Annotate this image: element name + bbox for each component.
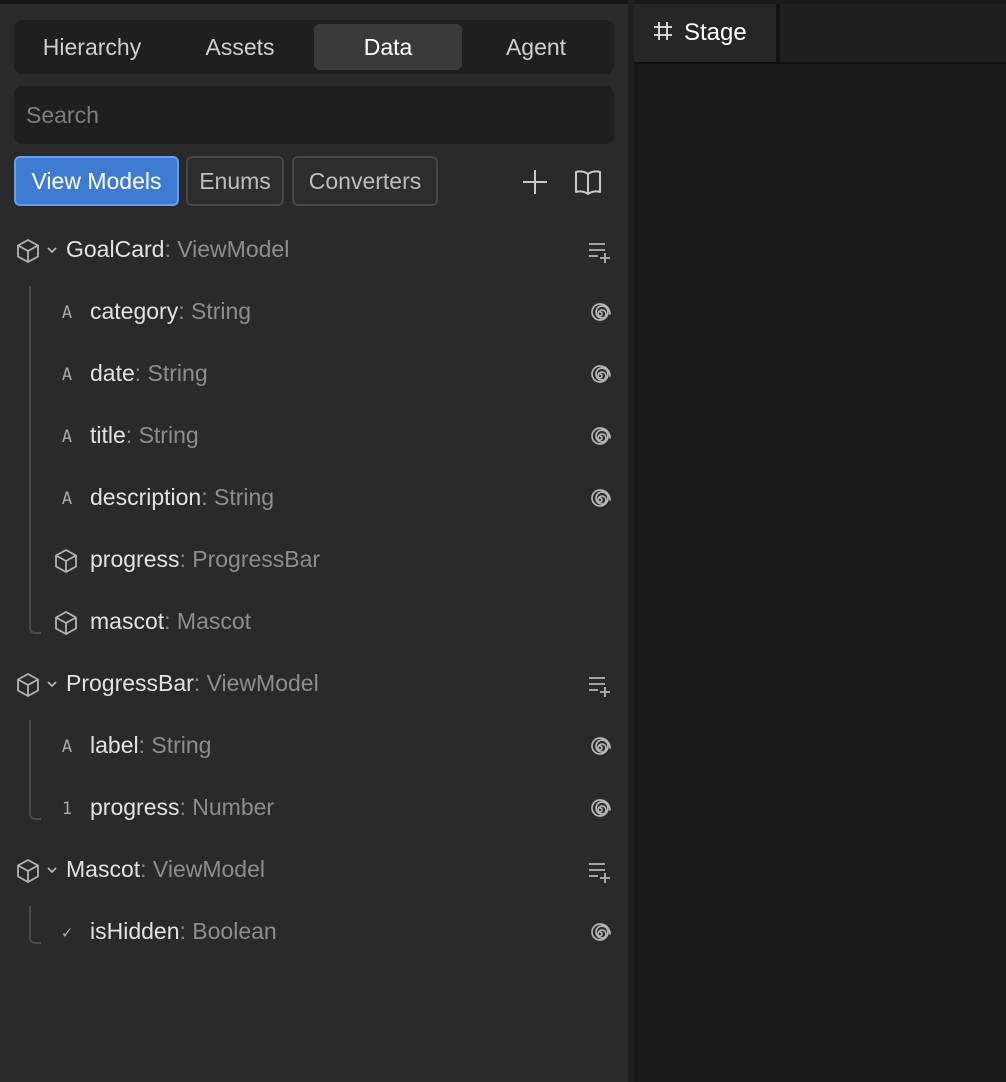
property-name: progress: ProgressBar xyxy=(90,546,321,572)
viewmodel-label: GoalCard xyxy=(66,236,165,262)
view-models-button[interactable]: View Models xyxy=(14,156,179,206)
property-name: title: String xyxy=(90,422,199,448)
add-icon[interactable] xyxy=(519,166,551,198)
search-input[interactable] xyxy=(14,86,614,144)
tab-agent[interactable]: Agent xyxy=(462,24,610,70)
tab-strip-border xyxy=(634,62,1006,64)
cube-icon xyxy=(15,858,41,884)
chevron-down-icon[interactable] xyxy=(46,860,58,880)
cube-icon xyxy=(15,672,41,698)
chevron-down-icon[interactable] xyxy=(46,674,58,694)
number-type-icon: 1 xyxy=(61,799,73,819)
stage-area[interactable] xyxy=(634,0,1006,1082)
hash-icon xyxy=(652,20,674,47)
tab-assets[interactable]: Assets xyxy=(166,24,314,70)
enums-button[interactable]: Enums xyxy=(186,156,284,206)
tab-hierarchy[interactable]: Hierarchy xyxy=(18,24,166,70)
tree-connector xyxy=(29,286,41,634)
string-type-icon: A xyxy=(61,303,73,323)
add-property-icon[interactable] xyxy=(586,858,614,886)
property-name: label: String xyxy=(90,732,212,758)
viewmodel-row-progressbar[interactable]: ProgressBar: ViewModel xyxy=(0,664,628,704)
viewmodel-row-goalcard[interactable]: GoalCard: ViewModel xyxy=(0,230,628,270)
bind-spiral-icon[interactable] xyxy=(586,300,614,328)
property-row[interactable]: progress: ProgressBar xyxy=(0,540,628,580)
cube-icon xyxy=(53,548,79,574)
data-panel: Hierarchy Assets Data Agent View Models … xyxy=(0,4,628,1082)
cube-icon xyxy=(15,238,41,264)
property-row[interactable]: 1 progress: Number xyxy=(0,788,628,828)
bind-spiral-icon[interactable] xyxy=(586,796,614,824)
boolean-type-icon: ✓ xyxy=(61,923,73,943)
stage-tab-label: Stage xyxy=(684,19,747,46)
property-row[interactable]: ✓ isHidden: Boolean xyxy=(0,912,628,952)
tab-strip xyxy=(780,4,1006,62)
bind-spiral-icon[interactable] xyxy=(586,486,614,514)
property-name: category: String xyxy=(90,298,252,324)
property-row[interactable]: A title: String xyxy=(0,416,628,456)
string-type-icon: A xyxy=(61,737,73,757)
string-type-icon: A xyxy=(61,489,73,509)
property-row[interactable]: A label: String xyxy=(0,726,628,766)
property-name: mascot: Mascot xyxy=(90,608,252,634)
viewmodel-type: : ViewModel xyxy=(164,236,290,262)
bind-spiral-icon[interactable] xyxy=(586,362,614,390)
property-name: description: String xyxy=(90,484,275,510)
viewmodel-row-mascot[interactable]: Mascot: ViewModel xyxy=(0,850,628,890)
add-property-icon[interactable] xyxy=(586,672,614,700)
bind-spiral-icon[interactable] xyxy=(586,920,614,948)
viewmodel-name: Mascot: ViewModel xyxy=(66,856,266,882)
property-name: isHidden: Boolean xyxy=(90,918,277,944)
string-type-icon: A xyxy=(61,427,73,447)
converters-button[interactable]: Converters xyxy=(292,156,438,206)
cube-icon xyxy=(53,610,79,636)
viewmodel-name: GoalCard: ViewModel xyxy=(66,236,289,263)
property-row[interactable]: A description: String xyxy=(0,478,628,518)
property-name: progress: Number xyxy=(90,794,275,820)
property-name: date: String xyxy=(90,360,208,386)
chevron-down-icon[interactable] xyxy=(46,240,58,260)
book-icon[interactable] xyxy=(572,166,604,198)
viewmodel-name: ProgressBar: ViewModel xyxy=(66,670,319,696)
string-type-icon: A xyxy=(61,365,73,385)
bind-spiral-icon[interactable] xyxy=(586,424,614,452)
add-property-icon[interactable] xyxy=(586,238,614,266)
property-row[interactable]: mascot: Mascot xyxy=(0,602,628,642)
tab-data[interactable]: Data xyxy=(314,24,462,70)
tab-stage[interactable]: Stage xyxy=(634,4,776,62)
property-row[interactable]: A date: String xyxy=(0,354,628,394)
panel-tabs: Hierarchy Assets Data Agent xyxy=(14,20,614,74)
bind-spiral-icon[interactable] xyxy=(586,734,614,762)
property-row[interactable]: A category: String xyxy=(0,292,628,332)
